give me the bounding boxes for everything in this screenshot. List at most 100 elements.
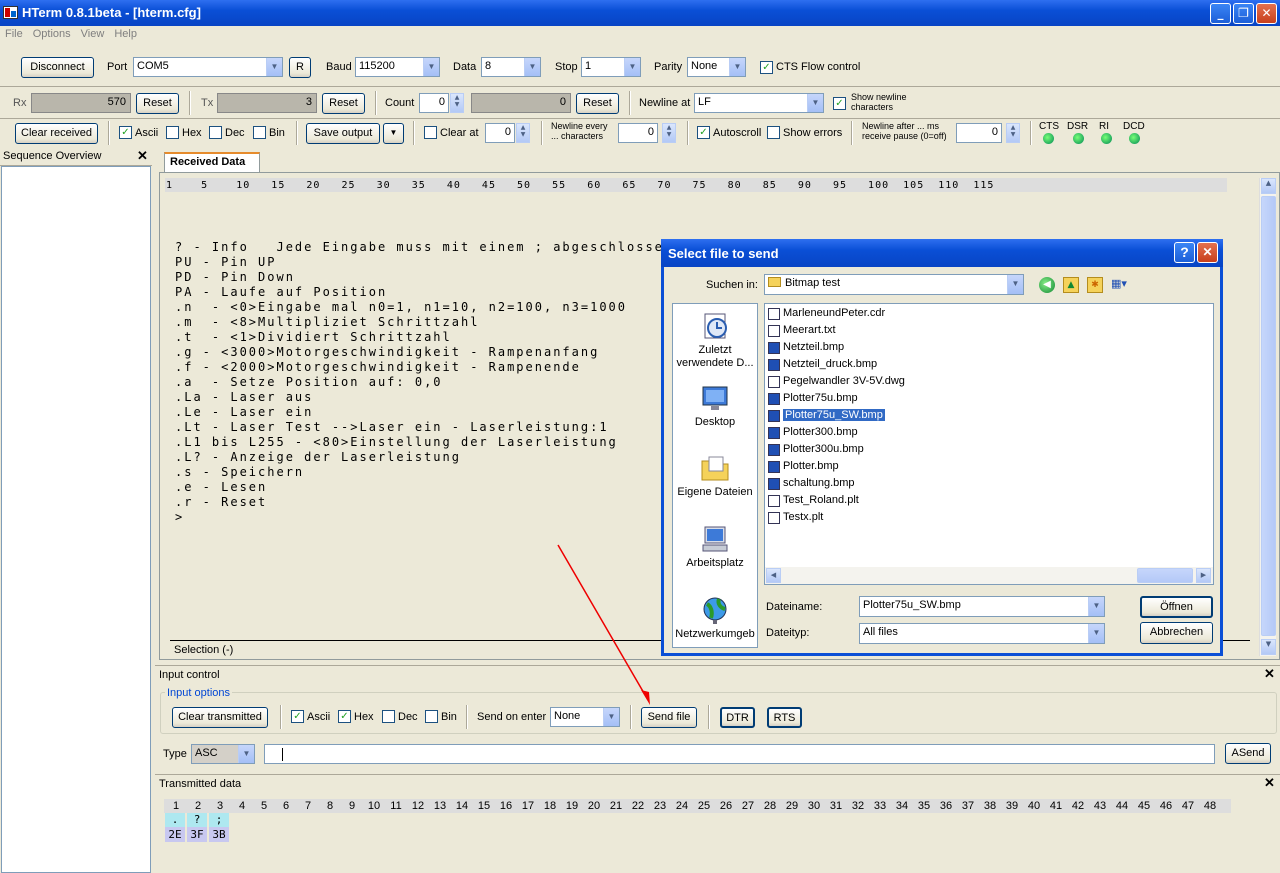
file-item[interactable]: Plotter.bmp — [768, 459, 839, 476]
scroll-thumb[interactable] — [1261, 196, 1276, 636]
newline-every-spinner[interactable]: ▲ ▼ — [662, 123, 676, 143]
count-input[interactable]: 0 — [419, 93, 449, 113]
up-folder-icon[interactable]: ▲ — [1063, 277, 1079, 293]
input-dec-checkbox[interactable]: ✓ — [382, 710, 395, 723]
view-menu-icon[interactable]: ▦▾ — [1111, 277, 1133, 293]
dialog-close-button[interactable]: ✕ — [1197, 242, 1218, 263]
stop-bits-select[interactable]: 1 ▼ — [581, 57, 641, 77]
close-button[interactable]: ✕ — [1256, 3, 1277, 24]
file-item[interactable]: Meerart.txt — [768, 323, 836, 340]
cts-flow-checkbox[interactable]: ✓ — [760, 61, 773, 74]
file-item[interactable]: Netzteil_druck.bmp — [768, 357, 877, 374]
transmitted-ruler-index: 4 — [238, 800, 246, 812]
clear-transmitted-button[interactable]: Clear transmitted — [172, 707, 268, 728]
port-value: COM5 — [137, 60, 169, 72]
count-spinner[interactable]: ▲ ▼ — [450, 93, 464, 113]
file-item[interactable]: MarleneundPeter.cdr — [768, 306, 885, 323]
menu-view[interactable]: View — [76, 26, 110, 42]
save-output-dropdown[interactable]: ▼ — [383, 123, 404, 144]
look-in-select[interactable]: Bitmap test ▼ — [764, 274, 1024, 295]
file-item[interactable]: Plotter300.bmp — [768, 425, 858, 442]
scroll-down-icon[interactable]: ▼ — [1261, 639, 1276, 655]
file-icon — [768, 495, 780, 507]
scroll-left-icon[interactable]: ◀ — [766, 568, 781, 583]
clear-at-spinner[interactable]: ▲ ▼ — [516, 123, 530, 143]
place-my-documents[interactable]: Eigene Dateien — [673, 452, 757, 499]
transmitted-hex-byte: 2E — [165, 827, 185, 842]
place-network[interactable]: Netzwerkumgeb — [673, 594, 757, 641]
rx-reset-button[interactable]: Reset — [136, 93, 179, 114]
data-bits-select[interactable]: 8 ▼ — [481, 57, 541, 77]
parity-select[interactable]: None ▼ — [687, 57, 746, 77]
maximize-button[interactable]: ❐ — [1233, 3, 1254, 24]
back-icon[interactable]: ◀ — [1039, 277, 1055, 293]
port-select[interactable]: COM5 ▼ — [133, 57, 283, 77]
cancel-button[interactable]: Abbrechen — [1140, 622, 1213, 644]
ascii-checkbox[interactable]: ✓ — [119, 126, 132, 139]
dialog-help-button[interactable]: ? — [1174, 242, 1195, 263]
show-newline-checkbox[interactable]: ✓ — [833, 97, 846, 110]
filetype-select[interactable]: All files ▼ — [859, 623, 1105, 644]
file-name: Pegelwandler 3V-5V.dwg — [783, 375, 905, 387]
file-item[interactable]: schaltung.bmp — [768, 476, 855, 493]
ascii-label: Ascii — [135, 127, 159, 139]
newline-after-spinner[interactable]: ▲ ▼ — [1006, 123, 1020, 143]
tab-received-data[interactable]: Received Data — [164, 152, 260, 172]
clear-at-input[interactable]: 0 — [485, 123, 515, 143]
hex-checkbox[interactable]: ✓ — [166, 126, 179, 139]
filename-input[interactable]: Plotter75u_SW.bmp ▼ — [859, 596, 1105, 617]
clear-at-checkbox[interactable]: ✓ — [424, 126, 437, 139]
count-reset-button[interactable]: Reset — [576, 93, 619, 114]
refresh-ports-button[interactable]: R — [289, 57, 311, 78]
tx-reset-button[interactable]: Reset — [322, 93, 365, 114]
send-on-enter-select[interactable]: None ▼ — [550, 707, 620, 727]
menu-help[interactable]: Help — [109, 26, 142, 42]
input-bin-checkbox[interactable]: ✓ — [425, 710, 438, 723]
input-hex-checkbox[interactable]: ✓ — [338, 710, 351, 723]
open-button[interactable]: Öffnen — [1140, 596, 1213, 618]
place-my-computer[interactable]: Arbeitsplatz — [673, 523, 757, 570]
minimize-button[interactable]: _ — [1210, 3, 1231, 24]
menu-options[interactable]: Options — [28, 26, 76, 42]
menu-file[interactable]: File — [0, 26, 28, 42]
tx-label: Tx — [201, 97, 214, 109]
file-list-hscrollbar[interactable]: ◀ ▶ — [765, 567, 1213, 584]
received-scrollbar[interactable]: ▲ ▼ — [1259, 178, 1276, 656]
type-select[interactable]: ASC ▼ — [191, 744, 255, 764]
clear-received-button[interactable]: Clear received — [15, 123, 98, 144]
baud-select[interactable]: 115200 ▼ — [355, 57, 440, 77]
asend-button[interactable]: ASend — [1225, 743, 1271, 764]
send-input[interactable] — [264, 744, 1215, 764]
place-recent[interactable]: Zuletzt verwendete D... — [673, 310, 757, 370]
autoscroll-checkbox[interactable]: ✓ — [697, 126, 710, 139]
dec-checkbox[interactable]: ✓ — [209, 126, 222, 139]
newline-after-input[interactable]: 0 — [956, 123, 1002, 143]
file-item[interactable]: Pegelwandler 3V-5V.dwg — [768, 374, 905, 391]
input-ascii-checkbox[interactable]: ✓ — [291, 710, 304, 723]
bin-checkbox[interactable]: ✓ — [253, 126, 266, 139]
file-item[interactable]: Plotter300u.bmp — [768, 442, 864, 459]
send-file-button[interactable]: Send file — [641, 707, 697, 728]
file-item[interactable]: Plotter75u_SW.bmp — [768, 408, 885, 425]
disconnect-button[interactable]: Disconnect — [21, 57, 94, 78]
dtr-button[interactable]: DTR — [720, 707, 755, 728]
close-icon[interactable]: ✕ — [1264, 666, 1275, 682]
file-item[interactable]: Testx.plt — [768, 510, 823, 527]
close-icon[interactable]: ✕ — [137, 148, 148, 164]
scroll-right-icon[interactable]: ▶ — [1196, 568, 1211, 583]
scroll-up-icon[interactable]: ▲ — [1261, 178, 1276, 194]
show-errors-checkbox[interactable]: ✓ — [767, 126, 780, 139]
file-item[interactable]: Netzteil.bmp — [768, 340, 844, 357]
new-folder-icon[interactable]: ✱ — [1087, 277, 1103, 293]
rts-button[interactable]: RTS — [767, 707, 802, 728]
file-item[interactable]: Test_Roland.plt — [768, 493, 859, 510]
baud-label: Baud — [326, 61, 352, 73]
close-icon[interactable]: ✕ — [1264, 775, 1275, 791]
transmitted-ruler-index: 21 — [609, 800, 623, 812]
file-item[interactable]: Plotter75u.bmp — [768, 391, 858, 408]
save-output-button[interactable]: Save output — [306, 123, 380, 144]
newline-every-input[interactable]: 0 — [618, 123, 658, 143]
newline-at-select[interactable]: LF ▼ — [694, 93, 824, 113]
hscroll-thumb[interactable] — [1137, 568, 1193, 583]
place-desktop[interactable]: Desktop — [673, 382, 757, 429]
